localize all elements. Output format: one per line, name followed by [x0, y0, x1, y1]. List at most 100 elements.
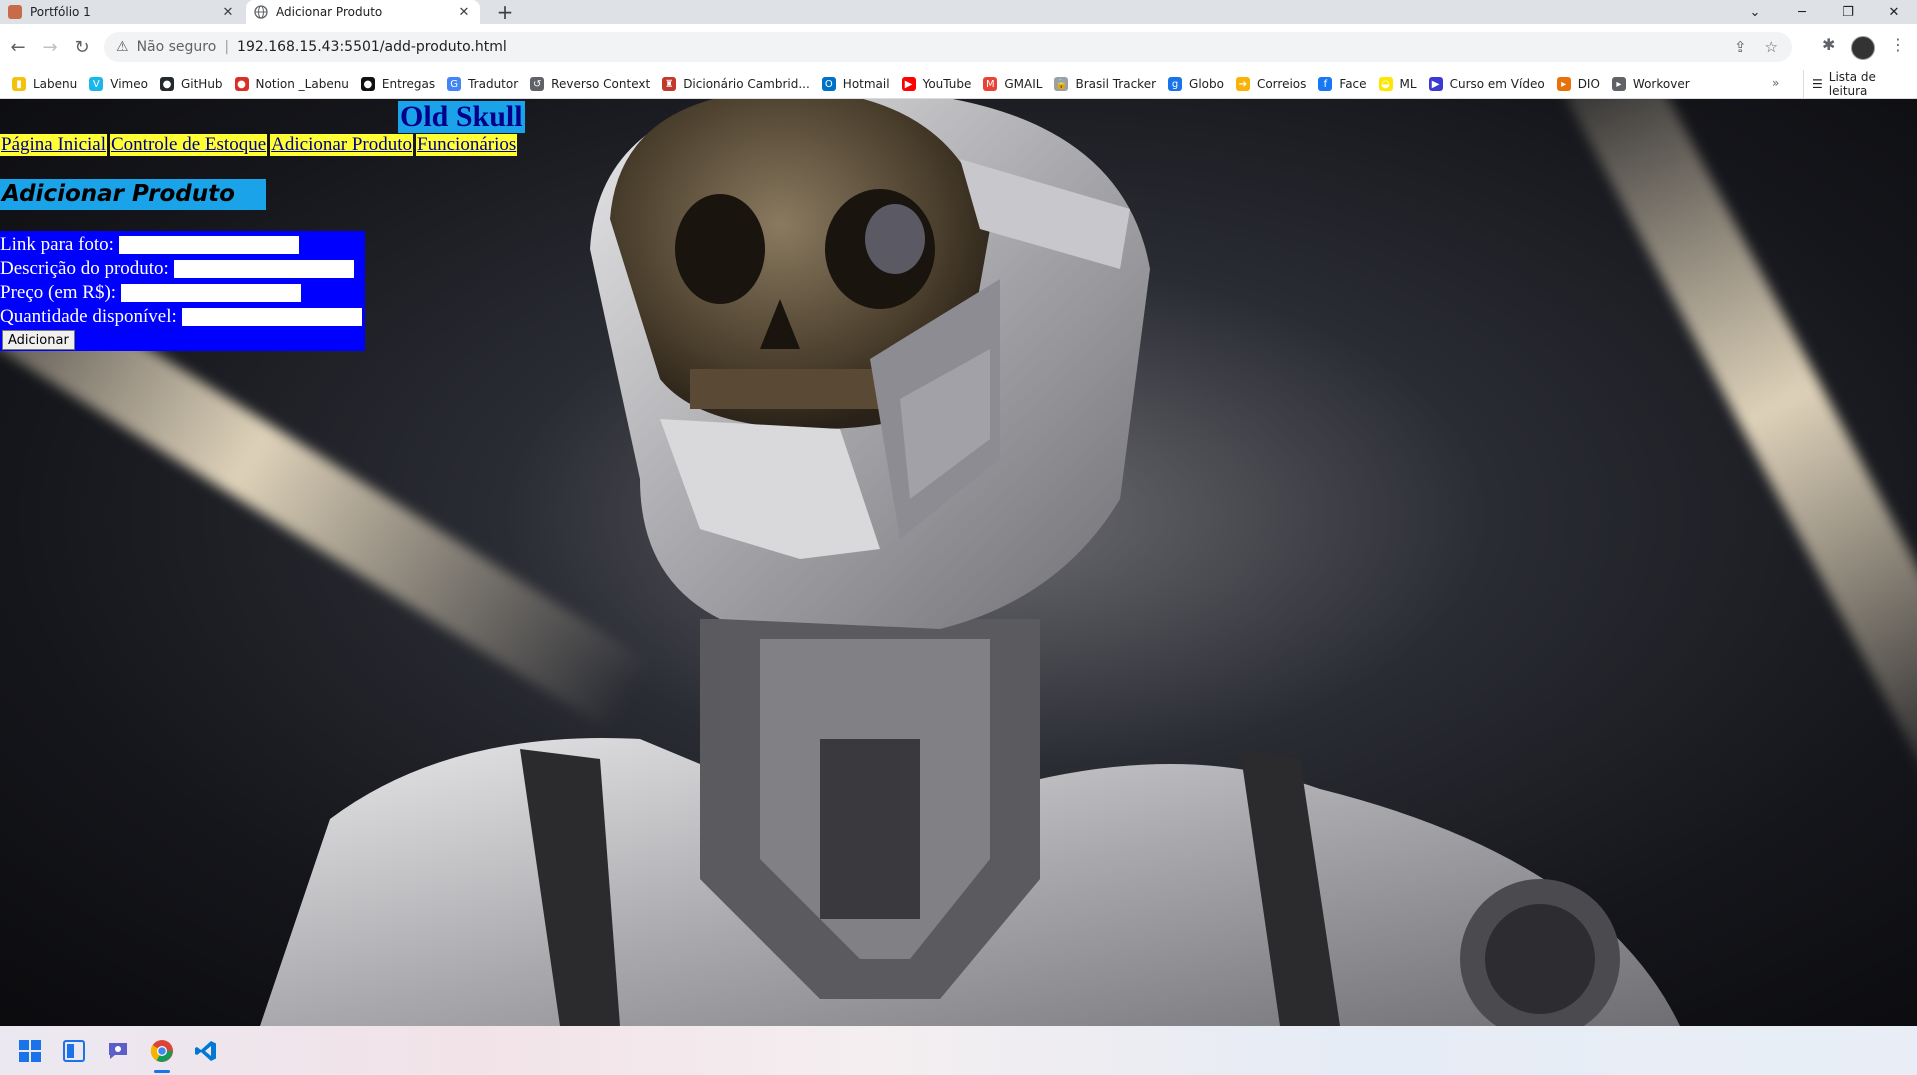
- tab-strip: Portfólio 1 ✕ Adicionar Produto ✕ + ⌄ ─ …: [0, 0, 1917, 24]
- bookmark-label: Notion _Labenu: [255, 77, 349, 91]
- quantity-input[interactable]: [181, 308, 362, 326]
- bookmark-curso-em-v-deo[interactable]: ▶ Curso em Vídeo: [1428, 77, 1545, 91]
- bookmark-gmail[interactable]: M GMAIL: [983, 77, 1042, 91]
- tab-adicionar-produto[interactable]: Adicionar Produto ✕: [246, 0, 480, 24]
- reverso-icon: ↺: [530, 77, 545, 91]
- photo-link-label: Link para foto:: [0, 234, 114, 255]
- bookmark-dio[interactable]: ▸ DIO: [1556, 77, 1600, 91]
- mercadolivre-icon: ◒: [1378, 77, 1393, 91]
- new-tab-button[interactable]: +: [490, 0, 520, 24]
- back-icon[interactable]: ←: [6, 35, 30, 59]
- nav-link-pagina-inicial[interactable]: Página Inicial: [0, 134, 107, 156]
- windows-start-icon[interactable]: [17, 1038, 43, 1064]
- more-bookmarks-icon[interactable]: »: [1772, 76, 1779, 90]
- portfolio-favicon-icon: [8, 5, 22, 19]
- bookmark-entregas[interactable]: ● Entregas: [360, 77, 436, 91]
- main-nav: Página Inicial Controle de Estoque Adici…: [0, 134, 518, 156]
- forward-icon[interactable]: →: [38, 35, 62, 59]
- vimeo-icon: V: [89, 77, 104, 91]
- github-icon: ●: [159, 77, 174, 91]
- bookmark-label: Dicionário Cambrid...: [683, 77, 810, 91]
- bookmark-label: Face: [1339, 77, 1367, 91]
- bookmark-star-icon[interactable]: ☆: [1765, 38, 1778, 56]
- circle-icon: ●: [360, 77, 375, 91]
- extensions-icon[interactable]: ✱: [1822, 35, 1835, 54]
- description-label: Descrição do produto:: [0, 258, 169, 279]
- browser-toolbar: ← → ↻ ⚠ Não seguro | 192.168.15.43:5501/…: [0, 24, 1917, 70]
- form-row-quantity: Quantidade disponível:: [0, 305, 362, 329]
- reading-list-button[interactable]: ☰ Lista de leitura: [1803, 70, 1917, 98]
- minimize-button[interactable]: ─: [1782, 0, 1822, 24]
- bookmark-label: ML: [1399, 77, 1417, 91]
- bookmark-tradutor[interactable]: G Tradutor: [447, 77, 518, 91]
- globe-icon: [254, 5, 268, 19]
- reload-icon[interactable]: ↻: [70, 35, 94, 59]
- form-row-price: Preço (em R$):: [0, 281, 302, 305]
- bookmark-label: Correios: [1256, 77, 1307, 91]
- bookmark-label: Vimeo: [110, 77, 148, 91]
- bookmark-globo[interactable]: g Globo: [1168, 77, 1224, 91]
- bookmark-github[interactable]: ● GitHub: [159, 77, 223, 91]
- bookmark-hotmail[interactable]: O Hotmail: [821, 77, 890, 91]
- bookmark-label: Entregas: [381, 77, 436, 91]
- bookmark-dicion-rio-cambrid[interactable]: ♜ Dicionário Cambrid...: [662, 77, 810, 91]
- widgets-icon[interactable]: [61, 1038, 87, 1064]
- address-bar[interactable]: ⚠ Não seguro | 192.168.15.43:5501/add-pr…: [104, 32, 1792, 62]
- translate-icon: G: [447, 77, 462, 91]
- price-label: Preço (em R$):: [0, 282, 117, 303]
- bookmark-labenu[interactable]: ▮ Labenu: [12, 77, 77, 91]
- bookmark-label: Curso em Vídeo: [1449, 77, 1545, 91]
- nav-link-controle-de-estoque[interactable]: Controle de Estoque: [110, 134, 268, 156]
- close-tab-icon[interactable]: ✕: [220, 5, 236, 20]
- share-icon[interactable]: ⇪: [1734, 38, 1747, 56]
- bookmark-correios[interactable]: ➔ Correios: [1235, 77, 1307, 91]
- teams-chat-icon[interactable]: [105, 1038, 131, 1064]
- warning-icon[interactable]: ⚠: [116, 39, 129, 55]
- bookmark-vimeo[interactable]: V Vimeo: [89, 77, 148, 91]
- bookmark-reverso-context[interactable]: ↺ Reverso Context: [530, 77, 650, 91]
- facebook-icon: f: [1318, 77, 1333, 91]
- globo-icon: g: [1168, 77, 1183, 91]
- page-title: Adicionar Produto: [0, 179, 266, 210]
- url-text[interactable]: 192.168.15.43:5501/add-produto.html: [237, 39, 507, 55]
- bookmark-ml[interactable]: ◒ ML: [1378, 77, 1417, 91]
- close-tab-icon[interactable]: ✕: [456, 5, 472, 20]
- youtube-icon: ▶: [901, 77, 916, 91]
- bookmarks-bar: ▮ Labenu V Vimeo ● GitHub ● Notion _Labenu ● Entr…: [0, 70, 1917, 99]
- bookmark-label: Workover: [1632, 77, 1690, 91]
- active-app-indicator: [154, 1070, 170, 1073]
- restore-button[interactable]: ❐: [1828, 0, 1868, 24]
- add-product-button[interactable]: Adicionar: [2, 330, 75, 350]
- lock-icon: 🔒: [1054, 77, 1069, 91]
- security-label[interactable]: Não seguro: [137, 39, 217, 55]
- bookmark-label: Globo: [1189, 77, 1224, 91]
- form-row-description: Descrição do produto:: [0, 257, 354, 281]
- workover-icon: ▸: [1611, 77, 1626, 91]
- description-input[interactable]: [173, 260, 354, 278]
- outlook-icon: O: [821, 77, 836, 91]
- bookmark-label: DIO: [1577, 77, 1600, 91]
- tab-search-icon[interactable]: ⌄: [1735, 0, 1775, 24]
- photo-link-input[interactable]: [118, 236, 299, 254]
- form-row-photo-link: Link para foto:: [0, 233, 299, 257]
- page-viewport: Old Skull Página Inicial Controle de Est…: [0, 99, 1917, 1026]
- price-input[interactable]: [121, 284, 302, 302]
- bookmark-brasil-tracker[interactable]: 🔒 Brasil Tracker: [1054, 77, 1156, 91]
- bookmark-label: Hotmail: [842, 77, 890, 91]
- bookmark-workover[interactable]: ▸ Workover: [1611, 77, 1690, 91]
- cambridge-icon: ♜: [662, 77, 677, 91]
- nav-link-adicionar-produto[interactable]: Adicionar Produto: [270, 134, 414, 156]
- bookmark-notion-labenu[interactable]: ● Notion _Labenu: [234, 77, 349, 91]
- taskbar: [0, 1026, 1917, 1075]
- vscode-icon[interactable]: [193, 1038, 219, 1064]
- tab-portfolio[interactable]: Portfólio 1 ✕: [0, 0, 244, 24]
- cursoemvideo-icon: ▶: [1428, 77, 1443, 91]
- chrome-icon[interactable]: [149, 1038, 175, 1064]
- bookmark-label: Brasil Tracker: [1075, 77, 1157, 91]
- menu-icon[interactable]: ⋮: [1890, 35, 1906, 54]
- bookmark-face[interactable]: f Face: [1318, 77, 1367, 91]
- nav-link-funcionarios[interactable]: Funcionários: [416, 134, 518, 156]
- bookmark-youtube[interactable]: ▶ YouTube: [901, 77, 971, 91]
- avatar[interactable]: [1851, 36, 1875, 60]
- close-window-button[interactable]: ✕: [1874, 0, 1914, 24]
